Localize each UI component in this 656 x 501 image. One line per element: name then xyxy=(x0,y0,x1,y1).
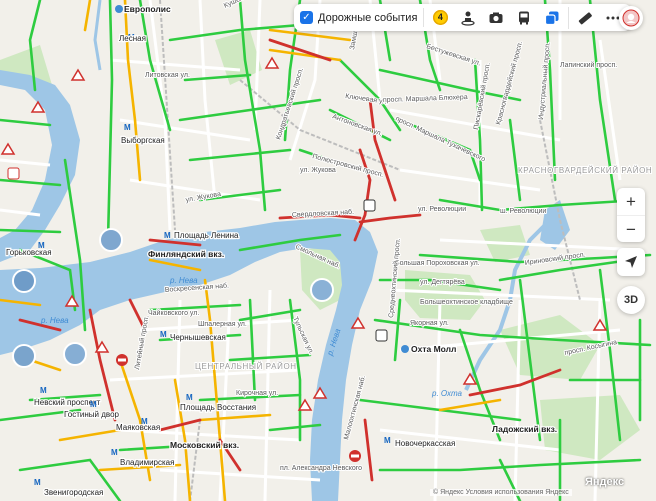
metro-label: Площадь Ленина xyxy=(174,231,239,240)
svg-text:ул. Жукова: ул. Жукова xyxy=(300,167,336,174)
camera-button[interactable] xyxy=(484,7,508,29)
station-label: Финляндский вкз. xyxy=(148,249,224,259)
mall-icon[interactable] xyxy=(115,5,123,13)
zoom-control: + − xyxy=(617,188,645,242)
panorama-icon xyxy=(461,11,476,26)
location-arrow-icon xyxy=(625,256,637,268)
metro-label: Горьковская xyxy=(6,248,52,257)
zoom-in-button[interactable]: + xyxy=(617,188,645,216)
river-label: р. Нева xyxy=(40,316,69,325)
svg-text:пл. Александра Невского: пл. Александра Невского xyxy=(280,465,362,472)
mall-icon[interactable] xyxy=(401,345,409,353)
roadwork-icon xyxy=(7,167,20,180)
traffic-level-button[interactable]: 4 xyxy=(428,7,452,29)
transport-button[interactable] xyxy=(512,7,536,29)
metro-label: Владимирская xyxy=(120,458,174,467)
metro-icon: M xyxy=(40,386,47,395)
river-label: р. Охта xyxy=(431,389,463,398)
svg-text:Шпалерная ул.: Шпалерная ул. xyxy=(198,321,247,328)
district-label: ЦЕНТРАЛЬНЫЙ РАЙОН xyxy=(195,362,297,371)
district-label: КРАСНОГВАРДЕЙСКИЙ РАЙОН xyxy=(518,166,652,175)
svg-text:Чайковского ул.: Чайковского ул. xyxy=(148,309,199,317)
metro-icon: M xyxy=(124,123,131,132)
checkbox-checked-icon[interactable]: ✓ xyxy=(300,11,313,24)
svg-text:Лапинский просп.: Лапинский просп. xyxy=(560,61,617,69)
accident-icon xyxy=(363,199,376,212)
avatar-icon xyxy=(622,9,640,27)
accident-icon xyxy=(375,329,388,342)
copyright[interactable]: © Яндекс Условия использования Яндекс xyxy=(430,489,572,496)
ruler-icon xyxy=(579,11,593,24)
metro-icon: M xyxy=(111,448,118,457)
svg-text:Якорная ул.: Якорная ул. xyxy=(410,320,449,327)
svg-text:Кирочная ул.: Кирочная ул. xyxy=(236,390,278,397)
zoom-out-button[interactable]: − xyxy=(617,216,645,243)
layers-button[interactable] xyxy=(540,7,564,29)
metro-icon: M xyxy=(34,478,41,487)
river-label: р. Нева xyxy=(169,276,198,285)
landmark-photo-icon xyxy=(12,269,36,293)
svg-text:ул. Революции: ул. Революции xyxy=(418,206,466,213)
poi-label[interactable]: Охта Молл xyxy=(410,343,458,355)
landmark-photo-icon xyxy=(12,344,36,368)
my-location-button[interactable] xyxy=(617,248,645,276)
view-3d-button[interactable]: 3D xyxy=(617,286,645,314)
metro-label: Новочеркасская xyxy=(395,439,455,448)
svg-text:ш. Революции: ш. Революции xyxy=(500,208,546,215)
station-label: Московский вкз. xyxy=(170,440,239,450)
metro-label: Гостиный двор xyxy=(64,410,120,419)
poi-label: Большеохтинское кладбище xyxy=(420,298,513,306)
metro-icon: M xyxy=(186,393,193,402)
metro-label: Выборгская xyxy=(121,136,165,145)
metro-icon: M xyxy=(90,400,97,409)
svg-text:Литовская ул.: Литовская ул. xyxy=(145,72,190,79)
metro-icon: M xyxy=(164,231,171,240)
camera-icon xyxy=(489,12,503,23)
landmark-photo-icon xyxy=(310,278,334,302)
layers-icon xyxy=(545,11,559,25)
brand-logo[interactable]: Яндекс xyxy=(585,476,624,488)
traffic-events-label: Дорожные события xyxy=(318,11,418,24)
svg-text:Большая Пороховская ул.: Большая Пороховская ул. xyxy=(395,260,480,267)
metro-label: Лесная xyxy=(119,34,146,43)
metro-icon: M xyxy=(160,330,167,339)
city-map[interactable]: КРАСНОГВАРДЕЙСКИЙ РАЙОН ЦЕНТРАЛЬНЫЙ РАЙО… xyxy=(0,0,656,501)
user-avatar[interactable] xyxy=(619,6,643,30)
metro-label: Звенигородская xyxy=(44,488,103,497)
panorama-button[interactable] xyxy=(456,7,480,29)
metro-icon: M xyxy=(384,436,391,445)
station-label: Ладожский вкз. xyxy=(492,424,557,434)
poi-label[interactable]: Европолис xyxy=(123,3,172,15)
bus-icon xyxy=(519,11,530,24)
traffic-events-toggle[interactable]: ✓ Дорожные события xyxy=(300,8,425,27)
metro-label: Чернышевская xyxy=(170,333,226,342)
ruler-button[interactable] xyxy=(568,6,597,29)
landmark-photo-icon xyxy=(99,228,123,252)
svg-text:ул. Дегтярёва: ул. Дегтярёва xyxy=(420,279,465,286)
landmark-photo-icon xyxy=(63,342,87,366)
metro-label: Маяковская xyxy=(116,423,160,432)
map-toolbar: ✓ Дорожные события 4 xyxy=(294,4,632,31)
metro-label: Площадь Восстания xyxy=(180,403,256,412)
traffic-level-badge: 4 xyxy=(432,10,448,25)
